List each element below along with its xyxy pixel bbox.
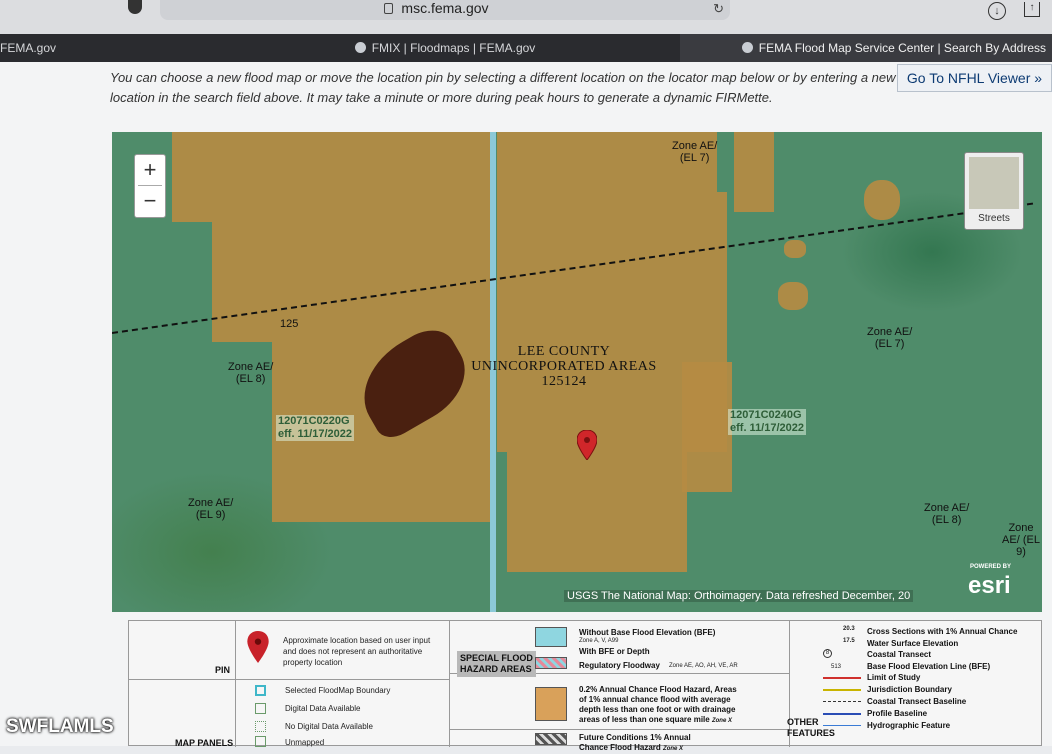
legend-other-features-label: OTHER FEATURES: [787, 717, 835, 738]
legend-feature: Water Surface Elevation: [867, 639, 959, 648]
legend-pin-icon: [247, 631, 269, 663]
zone-label: Zone AE/(EL 8): [228, 361, 274, 385]
legend-sfha-item: With BFE or Depth: [579, 647, 650, 656]
feature-symbol: 20.3: [843, 626, 855, 632]
no-digital-data-swatch: [255, 721, 266, 732]
legend-feature: Base Flood Elevation Line (BFE): [867, 662, 991, 671]
download-icon[interactable]: ↓: [988, 2, 1006, 20]
legend-panel-item: No Digital Data Available: [285, 722, 373, 731]
jurisdiction-boundary-line: [823, 689, 861, 691]
fema-favicon-icon: [354, 42, 366, 53]
zoom-out-button[interactable]: −: [135, 186, 165, 216]
mls-watermark: SWFLAMLS: [6, 716, 114, 737]
map-panel-label[interactable]: 12071C0240G eff. 11/17/2022: [728, 409, 807, 435]
tab-fema-gov[interactable]: FEMA.gov: [0, 34, 210, 62]
floodway-swatch: [535, 657, 567, 669]
map-legend: PIN Approximate location based on user i…: [128, 620, 1042, 752]
zone-x-swatch: [535, 687, 567, 721]
esri-logo: esri: [968, 572, 1011, 599]
nfhl-viewer-button[interactable]: Go To NFHL Viewer »: [897, 64, 1052, 92]
coastal-baseline-line: [823, 701, 861, 702]
basemap-toggle[interactable]: Streets: [964, 152, 1024, 230]
flood-hazard-area: [682, 362, 732, 492]
legend-feature: Coastal Transect Baseline: [867, 697, 967, 706]
legend-sfha-sub: Zone AE, AO, AH, VE, AR: [669, 663, 738, 669]
legend-panel-item: Unmapped: [285, 738, 325, 747]
powered-by-label: POWERED BY: [970, 564, 1012, 570]
browser-toolbar: msc.fema.gov ↻ ↓ ↑: [0, 0, 1052, 34]
legend-feature: Profile Baseline: [867, 709, 928, 718]
legend-other-hazard: 0.2% Annual Chance Flood Hazard, Areas of…: [579, 685, 737, 724]
zoom-control: + −: [134, 154, 166, 218]
legend-future-conditions: Future Conditions 1% Annual Chance Flood …: [579, 733, 691, 752]
zone-label: Zone AE/(EL 8): [924, 502, 970, 526]
instructions-text: You can choose a new flood map or move t…: [110, 70, 896, 105]
legend-panel-item: Digital Data Available: [285, 704, 361, 713]
legend-sfha-item: Regulatory Floodway: [579, 661, 660, 670]
zone-label: Zone AE/(EL 7): [672, 140, 718, 164]
selected-boundary-swatch: [255, 685, 266, 696]
zone-label: Zone AE/(EL 7): [867, 326, 913, 350]
legend-pin-text: Approximate location based on user input…: [283, 636, 431, 667]
address-bar[interactable]: msc.fema.gov ↻: [160, 0, 730, 20]
map-panel-label[interactable]: 12071C0220G eff. 11/17/2022: [276, 415, 355, 441]
reload-icon[interactable]: ↻: [713, 1, 724, 17]
flood-hazard-area: [784, 240, 806, 258]
legend-feature: Hydrographic Feature: [867, 721, 951, 730]
cross-section-label: 125: [280, 318, 299, 330]
flood-hazard-area: [507, 452, 687, 572]
jurisdiction-label: LEE COUNTY UNINCORPORATED AREAS 125124: [471, 344, 657, 389]
flood-hazard-area: [778, 282, 808, 310]
basemap-label: Streets: [978, 213, 1010, 224]
legend-feature: Limit of Study: [867, 673, 921, 682]
flood-hazard-area: [212, 222, 492, 342]
locator-map[interactable]: 125 Zone AE/(EL 7) Zone AE/(EL 7) Zone A…: [112, 132, 1042, 612]
digital-data-swatch: [255, 703, 266, 714]
streets-thumbnail: [969, 157, 1019, 209]
url-text: msc.fema.gov: [401, 0, 489, 16]
legend-feature: Jurisdiction Boundary: [867, 685, 952, 694]
legend-feature: Cross Sections with 1% Annual Chance: [867, 627, 1018, 636]
feature-symbol: 8: [823, 649, 832, 658]
zoom-in-button[interactable]: +: [135, 155, 165, 185]
location-pin-icon[interactable]: [577, 430, 597, 460]
feature-symbol: 513: [831, 664, 842, 670]
legend-map-panels-label: MAP PANELS: [175, 738, 234, 748]
tab-fmix[interactable]: FMIX | Floodmaps | FEMA.gov: [212, 34, 678, 62]
profile-baseline-line: [823, 713, 861, 715]
share-icon[interactable]: ↑: [1024, 2, 1040, 17]
zone-label: Zone AE/(EL 9): [188, 497, 234, 521]
tab-bar: FEMA.gov FMIX | Floodmaps | FEMA.gov FEM…: [0, 34, 1052, 62]
feature-symbol: 17.5: [843, 638, 855, 644]
unmapped-swatch: [255, 736, 266, 747]
shield-icon[interactable]: [128, 0, 142, 14]
legend-panel-item: Selected FloodMap Boundary: [285, 686, 391, 695]
map-attribution: USGS The National Map: Orthoimagery. Dat…: [564, 590, 914, 602]
legend-feature: Coastal Transect: [867, 650, 932, 659]
page-content: You can choose a new flood map or move t…: [0, 62, 1052, 752]
legend-sfha-label: SPECIAL FLOOD HAZARD AREAS: [457, 651, 536, 677]
fema-favicon-icon: [741, 42, 753, 53]
zone-a-swatch: [535, 627, 567, 647]
tab-flood-map-service-center[interactable]: FEMA Flood Map Service Center | Search B…: [680, 34, 1052, 62]
flood-hazard-area: [864, 180, 900, 220]
flood-hazard-area: [172, 132, 492, 222]
legend-pin-label: PIN: [215, 665, 231, 675]
future-conditions-swatch: [535, 733, 567, 745]
hydrographic-feature-line: [823, 725, 861, 726]
zone-label: Zone AE/ (EL 9): [1002, 522, 1040, 558]
flood-hazard-area: [734, 132, 774, 212]
limit-of-study-line: [823, 677, 861, 679]
